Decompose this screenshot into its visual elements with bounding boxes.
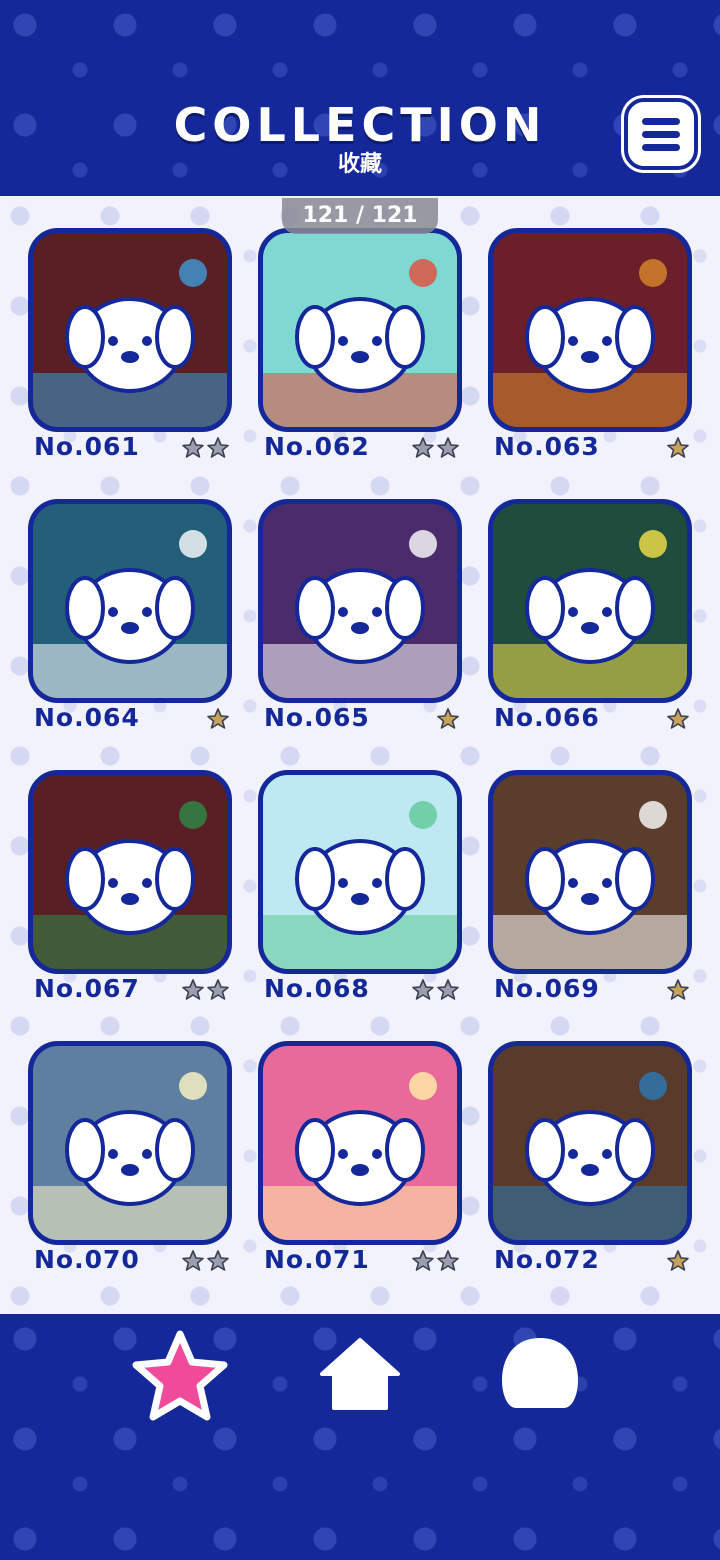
card-number: No.070	[34, 1245, 140, 1274]
collection-card[interactable]: No.066	[488, 499, 692, 743]
hamburger-menu-icon	[642, 131, 680, 138]
collection-card[interactable]: No.069	[488, 770, 692, 1014]
star-icon	[437, 979, 459, 1000]
header: COLLECTION 收藏	[0, 0, 720, 196]
collection-card[interactable]: No.072	[488, 1041, 692, 1285]
card-rating	[665, 707, 690, 733]
card-number: No.063	[494, 432, 600, 461]
card-illustration	[258, 228, 462, 432]
collection-card[interactable]: No.071	[258, 1041, 462, 1285]
card-rating	[180, 978, 230, 1004]
card-illustration	[488, 499, 692, 703]
star-icon	[207, 1250, 229, 1271]
star-icon	[437, 708, 459, 729]
star-tab[interactable]	[130, 1328, 230, 1424]
star-icon	[412, 1250, 434, 1271]
menu-button[interactable]	[624, 98, 698, 170]
star-icon	[667, 979, 689, 1000]
card-rating	[410, 978, 460, 1004]
card-illustration	[258, 499, 462, 703]
bottom-nav	[0, 1314, 720, 1560]
collection-card[interactable]: No.064	[28, 499, 232, 743]
card-number: No.072	[494, 1245, 600, 1274]
card-number: No.067	[34, 974, 140, 1003]
dog-face-icon	[502, 1338, 578, 1408]
star-icon	[667, 708, 689, 729]
hamburger-menu-icon	[642, 118, 680, 125]
star-icon	[667, 437, 689, 458]
collection-card[interactable]: No.068	[258, 770, 462, 1014]
card-number: No.066	[494, 703, 600, 732]
card-illustration	[258, 1041, 462, 1245]
collection-card[interactable]: No.070	[28, 1041, 232, 1285]
star-icon	[182, 979, 204, 1000]
page-title: COLLECTION	[173, 98, 547, 152]
collection-card[interactable]: No.061	[28, 228, 232, 472]
card-illustration	[28, 499, 232, 703]
card-number: No.071	[264, 1245, 370, 1274]
star-icon	[412, 437, 434, 458]
star-icon	[437, 1250, 459, 1271]
card-rating	[665, 978, 690, 1004]
star-icon	[182, 437, 204, 458]
collection-card[interactable]: No.062	[258, 228, 462, 472]
card-rating	[205, 707, 230, 733]
hamburger-menu-icon	[642, 144, 680, 151]
card-illustration	[488, 1041, 692, 1245]
card-number: No.069	[494, 974, 600, 1003]
collection-card[interactable]: No.063	[488, 228, 692, 472]
dog-tab[interactable]	[498, 1334, 582, 1412]
star-icon	[412, 979, 434, 1000]
star-icon	[667, 1250, 689, 1271]
star-icon	[207, 437, 229, 458]
card-rating	[180, 1249, 230, 1275]
card-illustration	[28, 1041, 232, 1245]
card-number: No.068	[264, 974, 370, 1003]
card-rating	[665, 1249, 690, 1275]
card-rating	[665, 436, 690, 462]
card-rating	[410, 1249, 460, 1275]
collection-card[interactable]: No.067	[28, 770, 232, 1014]
card-illustration	[488, 770, 692, 974]
card-number: No.061	[34, 432, 140, 461]
collection-counter: 121 / 121	[282, 198, 438, 234]
page-subtitle: 收藏	[337, 152, 382, 177]
card-rating	[435, 707, 460, 733]
card-number: No.062	[264, 432, 370, 461]
star-icon	[207, 979, 229, 1000]
card-illustration	[28, 770, 232, 974]
star-icon	[132, 1330, 228, 1421]
star-icon	[182, 1250, 204, 1271]
collection-card[interactable]: No.065	[258, 499, 462, 743]
home-tab[interactable]	[318, 1336, 402, 1412]
card-illustration	[258, 770, 462, 974]
card-number: No.064	[34, 703, 140, 732]
star-icon	[207, 708, 229, 729]
card-rating	[180, 436, 230, 462]
card-rating	[410, 436, 460, 462]
card-illustration	[28, 228, 232, 432]
card-illustration	[488, 228, 692, 432]
home-icon	[320, 1338, 400, 1410]
star-icon	[437, 437, 459, 458]
card-number: No.065	[264, 703, 370, 732]
